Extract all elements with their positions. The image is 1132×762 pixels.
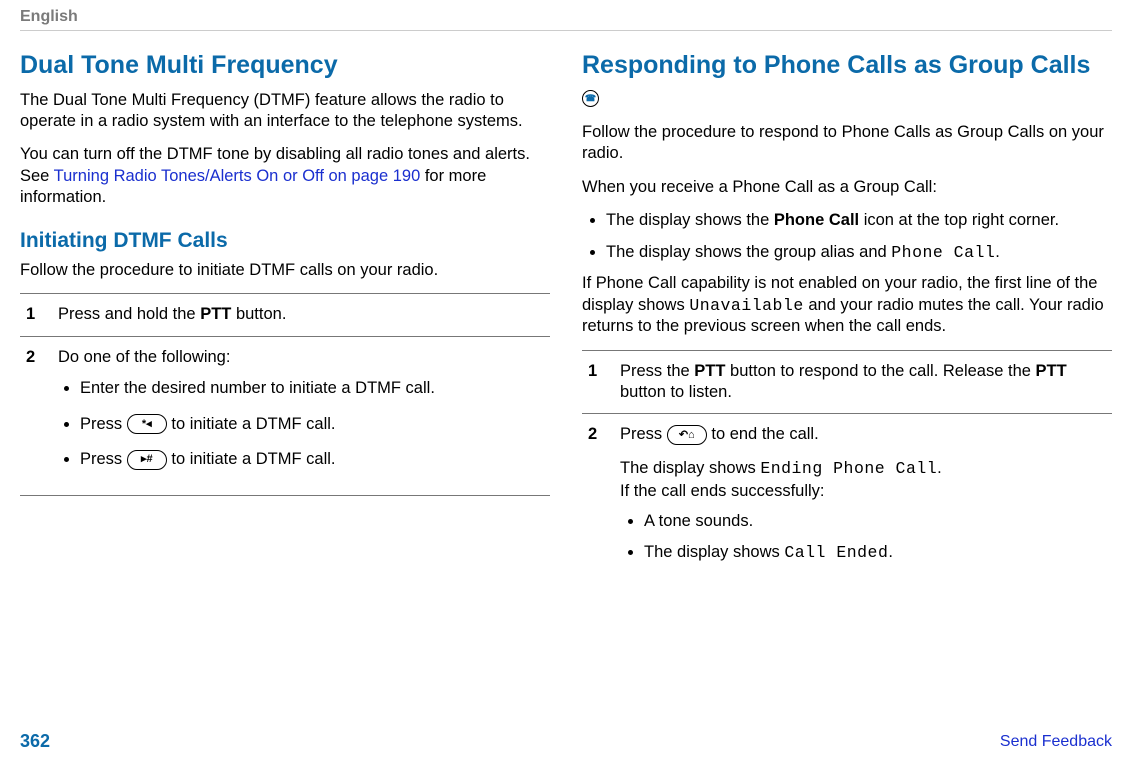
text-fragment: to initiate a DTMF call. — [171, 415, 335, 433]
list-item: The display shows the Phone Call icon at… — [606, 210, 1112, 231]
list-item: A tone sounds. — [644, 511, 1112, 532]
text-fragment: to initiate a DTMF call. — [171, 450, 335, 468]
list-item: Enter the desired number to initiate a D… — [80, 378, 550, 399]
responding-when: When you receive a Phone Call as a Group… — [582, 177, 1112, 198]
phone-call-label: Phone Call — [774, 211, 859, 229]
send-feedback-link[interactable]: Send Feedback — [1000, 733, 1112, 751]
text-fragment: The display shows — [644, 543, 784, 561]
link-turning-tones[interactable]: Turning Radio Tones/Alerts On or Off on … — [54, 167, 421, 185]
ptt-label: PTT — [1036, 362, 1067, 380]
step-row: 2 Do one of the following: Enter the des… — [20, 336, 550, 496]
dtmf-steps: 1 Press and hold the PTT button. 2 Do on… — [20, 293, 550, 495]
text-fragment: Press — [80, 415, 127, 433]
capability-not-enabled: If Phone Call capability is not enabled … — [582, 273, 1112, 337]
display-text-ending: Ending Phone Call — [760, 459, 937, 478]
end-call-line: Press ↶⌂ to end the call. — [620, 424, 1112, 445]
step-row: 1 Press the PTT button to respond to the… — [582, 350, 1112, 414]
heading-dtmf: Dual Tone Multi Frequency — [20, 49, 550, 82]
page-number: 362 — [20, 731, 50, 752]
page-footer: 362 Send Feedback — [20, 725, 1112, 762]
step-body: Press ↶⌂ to end the call. The display sh… — [620, 424, 1112, 573]
dtmf-tone-off-paragraph: You can turn off the DTMF tone by disabl… — [20, 144, 550, 208]
responding-intro: Follow the procedure to respond to Phone… — [582, 122, 1112, 165]
list-item: Press ▸# to initiate a DTMF call. — [80, 449, 550, 470]
success-indicators-list: A tone sounds. The display shows Call En… — [620, 511, 1112, 564]
step-number: 2 — [20, 347, 44, 485]
heading-text: Responding to Phone Calls as Group Calls — [582, 51, 1090, 79]
step-intro: Do one of the following: — [58, 348, 230, 366]
two-column-layout: Dual Tone Multi Frequency The Dual Tone … — [20, 49, 1112, 725]
list-item: Press *◂ to initiate a DTMF call. — [80, 414, 550, 435]
step-row: 1 Press and hold the PTT button. — [20, 293, 550, 335]
left-column: Dual Tone Multi Frequency The Dual Tone … — [20, 49, 550, 725]
display-text-unavailable: Unavailable — [689, 296, 803, 315]
heading-initiating-dtmf: Initiating DTMF Calls — [20, 227, 550, 254]
star-key-icon: *◂ — [127, 414, 167, 434]
text-fragment: . — [937, 459, 942, 477]
ptt-label: PTT — [200, 305, 231, 323]
text-fragment: Press the — [620, 362, 694, 380]
text-fragment: button to respond to the call. Release t… — [725, 362, 1035, 380]
list-item: The display shows the group alias and Ph… — [606, 242, 1112, 263]
text-fragment: The display shows the group alias and — [606, 243, 891, 261]
text-fragment: Press and hold the — [58, 305, 200, 323]
heading-responding-group-calls: Responding to Phone Calls as Group Calls… — [582, 49, 1112, 114]
text-fragment: button. — [231, 305, 286, 323]
step-number: 1 — [20, 304, 44, 325]
display-text-call-ended: Call Ended — [784, 543, 888, 562]
step-number: 1 — [582, 361, 606, 404]
step-number: 2 — [582, 424, 606, 573]
text-fragment: Press — [620, 425, 667, 443]
step-row: 2 Press ↶⌂ to end the call. The display … — [582, 413, 1112, 583]
text-fragment: The display shows the — [606, 211, 774, 229]
text-fragment: to end the call. — [711, 425, 818, 443]
page-header-language: English — [20, 8, 1112, 31]
display-text-phone-call: Phone Call — [891, 243, 995, 262]
hash-key-icon: ▸# — [127, 450, 167, 470]
dtmf-procedure-intro: Follow the procedure to initiate DTMF ca… — [20, 260, 550, 281]
text-fragment: Press — [80, 450, 127, 468]
step-options-list: Enter the desired number to initiate a D… — [58, 378, 550, 470]
text-fragment: . — [995, 243, 1000, 261]
group-call-indicators-list: The display shows the Phone Call icon at… — [582, 210, 1112, 263]
ending-display-line: The display shows Ending Phone Call. — [620, 458, 1112, 479]
group-call-icon: ☎ — [582, 90, 599, 107]
step-body: Press and hold the PTT button. — [58, 304, 550, 325]
text-fragment: . — [888, 543, 893, 561]
right-column: Responding to Phone Calls as Group Calls… — [582, 49, 1112, 725]
text-fragment: button to listen. — [620, 383, 732, 401]
responding-steps: 1 Press the PTT button to respond to the… — [582, 350, 1112, 584]
text-fragment: icon at the top right corner. — [859, 211, 1059, 229]
if-success-line: If the call ends successfully: — [620, 481, 1112, 502]
back-home-key-icon: ↶⌂ — [667, 425, 707, 445]
step-body: Press the PTT button to respond to the c… — [620, 361, 1112, 404]
dtmf-intro-paragraph: The Dual Tone Multi Frequency (DTMF) fea… — [20, 90, 550, 133]
text-fragment: The display shows — [620, 459, 760, 477]
step-body: Do one of the following: Enter the desir… — [58, 347, 550, 485]
ptt-label: PTT — [694, 362, 725, 380]
list-item: The display shows Call Ended. — [644, 542, 1112, 563]
